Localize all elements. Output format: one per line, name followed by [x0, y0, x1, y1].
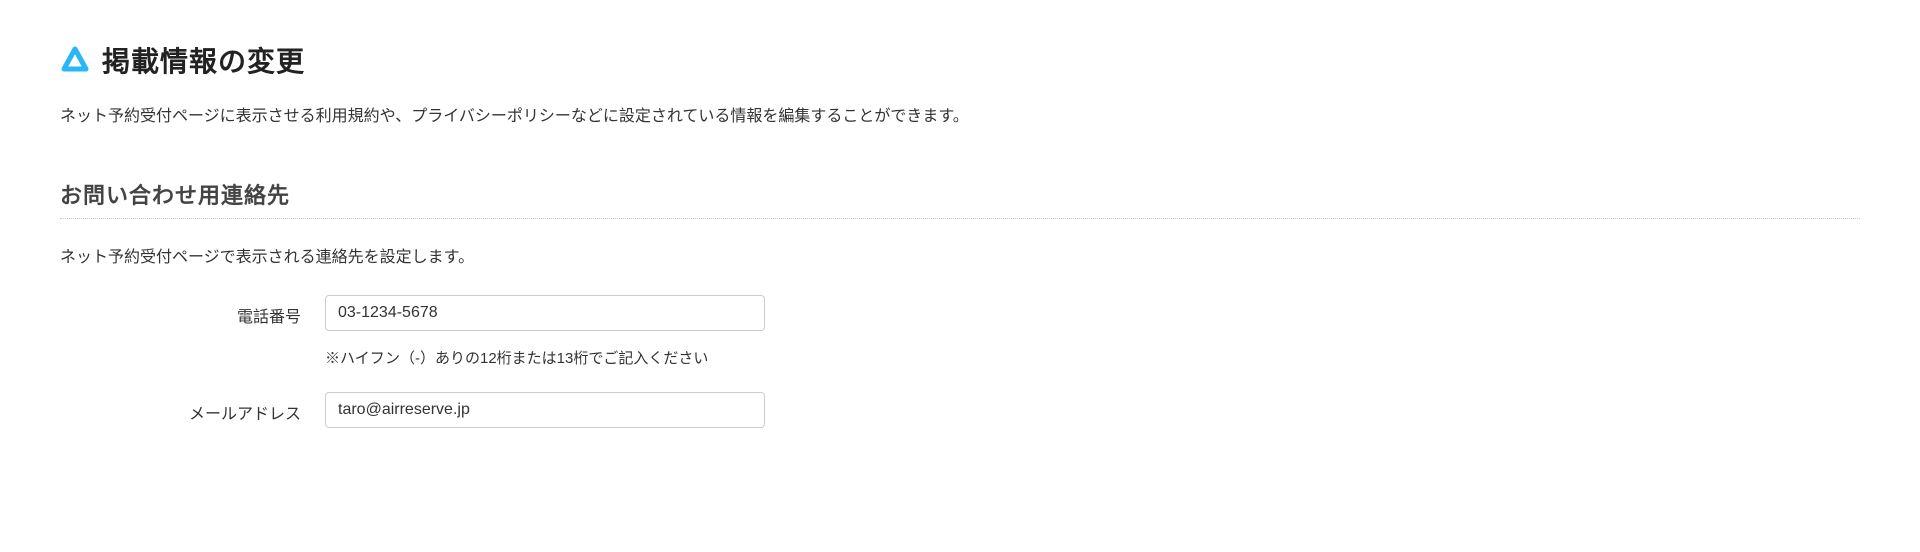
phone-label: 電話番号: [60, 295, 325, 327]
phone-form-row: 電話番号 ※ハイフン（-）ありの12桁または13桁でご記入ください: [60, 295, 1860, 368]
page-title: 掲載情報の変更: [102, 40, 305, 80]
email-form-row: メールアドレス: [60, 392, 1860, 428]
contact-section-description: ネット予約受付ページで表示される連絡先を設定します。: [60, 243, 1860, 267]
email-label: メールアドレス: [60, 392, 325, 424]
page-description: ネット予約受付ページに表示させる利用規約や、プライバシーポリシーなどに設定されて…: [60, 104, 1860, 130]
email-input[interactable]: [325, 392, 765, 428]
phone-field-wrapper: ※ハイフン（-）ありの12桁または13桁でご記入ください: [325, 295, 765, 368]
section-divider: [60, 218, 1860, 219]
phone-hint: ※ハイフン（-）ありの12桁または13桁でご記入ください: [325, 347, 765, 368]
email-field-wrapper: [325, 392, 765, 428]
page-header: 掲載情報の変更: [60, 40, 1860, 80]
contact-section-title: お問い合わせ用連絡先: [60, 178, 1860, 210]
phone-input[interactable]: [325, 295, 765, 331]
triangle-icon: [60, 46, 90, 74]
